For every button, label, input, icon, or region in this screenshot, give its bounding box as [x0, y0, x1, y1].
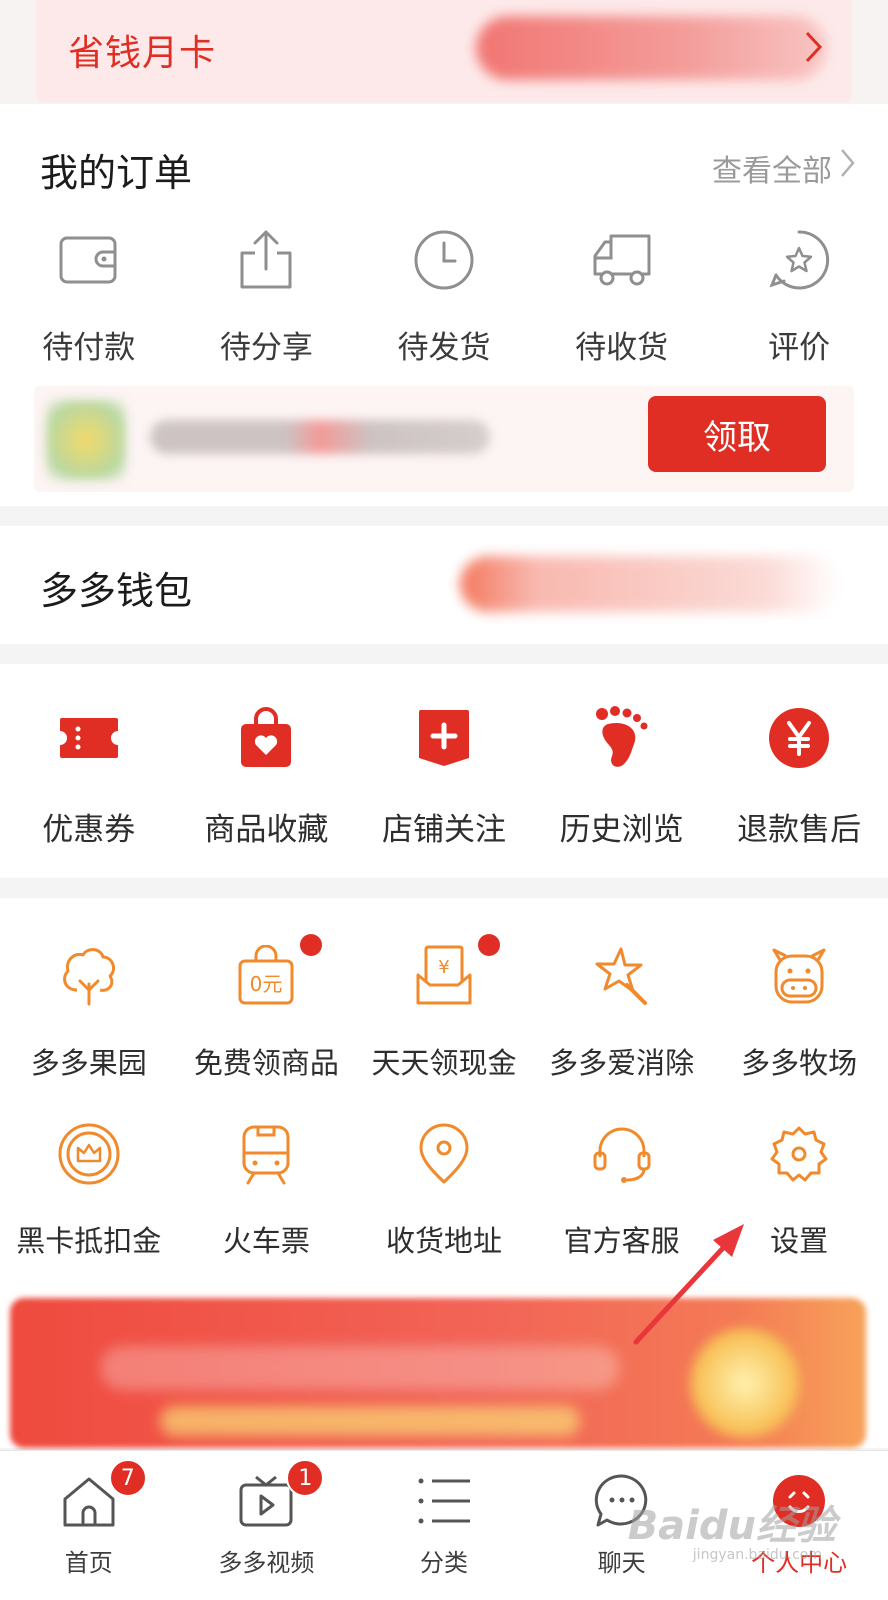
wallet-section[interactable]: 多多钱包	[0, 526, 888, 644]
notification-dot	[477, 934, 500, 956]
truck-icon	[591, 224, 653, 296]
order-status-row: 待付款 待分享 待发货 待收货 评价	[0, 224, 888, 367]
shortcut-label: 店铺关注	[381, 812, 506, 848]
notification-badge: 1	[286, 1459, 325, 1497]
free-bag-icon: 0元	[236, 934, 323, 1012]
chevron-right-icon	[840, 148, 856, 182]
gear-icon	[768, 1118, 830, 1190]
chevron-right-icon	[804, 30, 824, 68]
service-label: 黑卡抵扣金	[16, 1224, 162, 1258]
notification-dot	[300, 934, 323, 956]
train-icon	[238, 1118, 294, 1190]
service-free-goods[interactable]: 0元 免费领商品	[178, 934, 356, 1082]
video-icon: 1	[238, 1459, 325, 1533]
tab-video[interactable]: 1 多多视频	[178, 1451, 356, 1600]
money-saving-card[interactable]: 省钱月卡	[36, 0, 852, 102]
list-icon	[416, 1469, 472, 1533]
order-item-label: 待收货	[575, 330, 669, 366]
headset-icon	[591, 1118, 653, 1190]
service-shipping-address[interactable]: 收货地址	[355, 1118, 533, 1260]
tree-icon	[59, 940, 119, 1012]
coupon-icon	[58, 702, 120, 774]
service-elimination-game[interactable]: 多多爱消除	[533, 940, 711, 1082]
wallet-title: 多多钱包	[40, 569, 193, 613]
bottom-tab-bar: 7 首页 1 多多视频 分类 聊天 个人中心 Baidu经验 jingyan.b…	[0, 1450, 888, 1600]
cash-envelope-icon-text: ¥	[438, 957, 449, 978]
blurred-promo-text	[150, 420, 490, 454]
shortcut-coupons[interactable]: 优惠券	[0, 702, 178, 849]
blurred-banner-text	[100, 1346, 620, 1390]
shortcut-favorites[interactable]: 商品收藏	[178, 702, 356, 849]
watermark-subtext: jingyan.baidu.com	[692, 1547, 822, 1563]
order-item-label: 评价	[768, 330, 831, 366]
home-icon: 7	[61, 1459, 147, 1533]
cash-envelope-icon: ¥	[414, 934, 500, 1012]
yen-icon	[768, 702, 830, 774]
coupon-promo-bar[interactable]: 领取	[34, 386, 854, 492]
shortcut-refund[interactable]: 退款售后	[710, 702, 888, 849]
service-label: 天天领现金	[371, 1046, 517, 1080]
shortcut-label: 优惠券	[42, 812, 136, 848]
blurred-banner-subtext	[160, 1406, 580, 1436]
tab-label: 分类	[419, 1549, 468, 1577]
notification-badge: 7	[108, 1459, 147, 1497]
location-pin-icon	[418, 1118, 470, 1190]
money-saving-card-title: 省钱月卡	[68, 33, 217, 74]
crown-coin-icon	[58, 1118, 120, 1190]
annotation-arrow	[633, 1224, 744, 1345]
orders-section: 我的订单 查看全部 待付款 待分享 待发货 待收货 评价 领取	[0, 104, 888, 506]
order-pending-receipt[interactable]: 待收货	[533, 224, 711, 367]
tab-categories[interactable]: 分类	[355, 1451, 533, 1600]
wallet-icon	[59, 224, 119, 296]
shortcut-label: 历史浏览	[559, 812, 684, 848]
shortcuts-section: 优惠券 商品收藏 店铺关注 历史浏览 退款售后	[0, 664, 888, 878]
shortcut-label: 退款售后	[737, 812, 862, 848]
tab-label: 首页	[64, 1549, 113, 1577]
blurred-wallet-info	[460, 556, 840, 612]
order-item-label: 待发货	[397, 330, 491, 366]
star-wand-icon	[591, 940, 653, 1012]
share-icon	[238, 224, 294, 296]
claim-button[interactable]: 领取	[648, 396, 826, 472]
order-item-label: 待分享	[219, 330, 313, 366]
promo-image	[46, 400, 126, 480]
service-daily-cash[interactable]: ¥ 天天领现金	[355, 934, 533, 1082]
order-pending-share[interactable]: 待分享	[178, 224, 356, 367]
service-label: 收货地址	[385, 1224, 502, 1258]
order-pending-payment[interactable]: 待付款	[0, 224, 178, 367]
service-black-card[interactable]: 黑卡抵扣金	[0, 1118, 178, 1260]
watermark: Baidu经验	[627, 1503, 836, 1549]
blurred-card-info	[476, 16, 826, 80]
shortcut-label: 商品收藏	[204, 812, 329, 848]
service-label: 免费领商品	[193, 1046, 339, 1080]
tab-label: 多多视频	[218, 1549, 315, 1577]
order-review[interactable]: 评价	[710, 224, 888, 367]
star-review-icon	[768, 224, 830, 296]
service-train-tickets[interactable]: 火车票	[178, 1118, 356, 1260]
free-bag-icon-text: 0元	[250, 972, 283, 996]
footprint-icon	[594, 702, 650, 774]
heart-bag-icon	[239, 702, 293, 774]
order-pending-shipment[interactable]: 待发货	[355, 224, 533, 367]
service-label: 设置	[770, 1224, 829, 1258]
service-label: 多多牧场	[741, 1046, 858, 1080]
orders-title: 我的订单	[40, 151, 193, 195]
service-label: 多多果园	[30, 1046, 147, 1080]
order-item-label: 待付款	[42, 330, 136, 366]
service-label: 多多爱消除	[549, 1046, 695, 1080]
service-ranch[interactable]: 多多牧场	[710, 940, 888, 1082]
tab-home[interactable]: 7 首页	[0, 1451, 178, 1600]
service-orchard[interactable]: 多多果园	[0, 940, 178, 1082]
service-label: 火车票	[222, 1224, 310, 1258]
top-strip: 省钱月卡	[0, 0, 888, 104]
shortcut-followed-shops[interactable]: 店铺关注	[355, 702, 533, 849]
cow-icon	[768, 940, 830, 1012]
view-all-orders-link[interactable]: 查看全部	[712, 146, 832, 190]
shop-plus-icon	[417, 702, 471, 774]
clock-icon	[413, 224, 475, 296]
shortcut-history[interactable]: 历史浏览	[533, 702, 711, 849]
